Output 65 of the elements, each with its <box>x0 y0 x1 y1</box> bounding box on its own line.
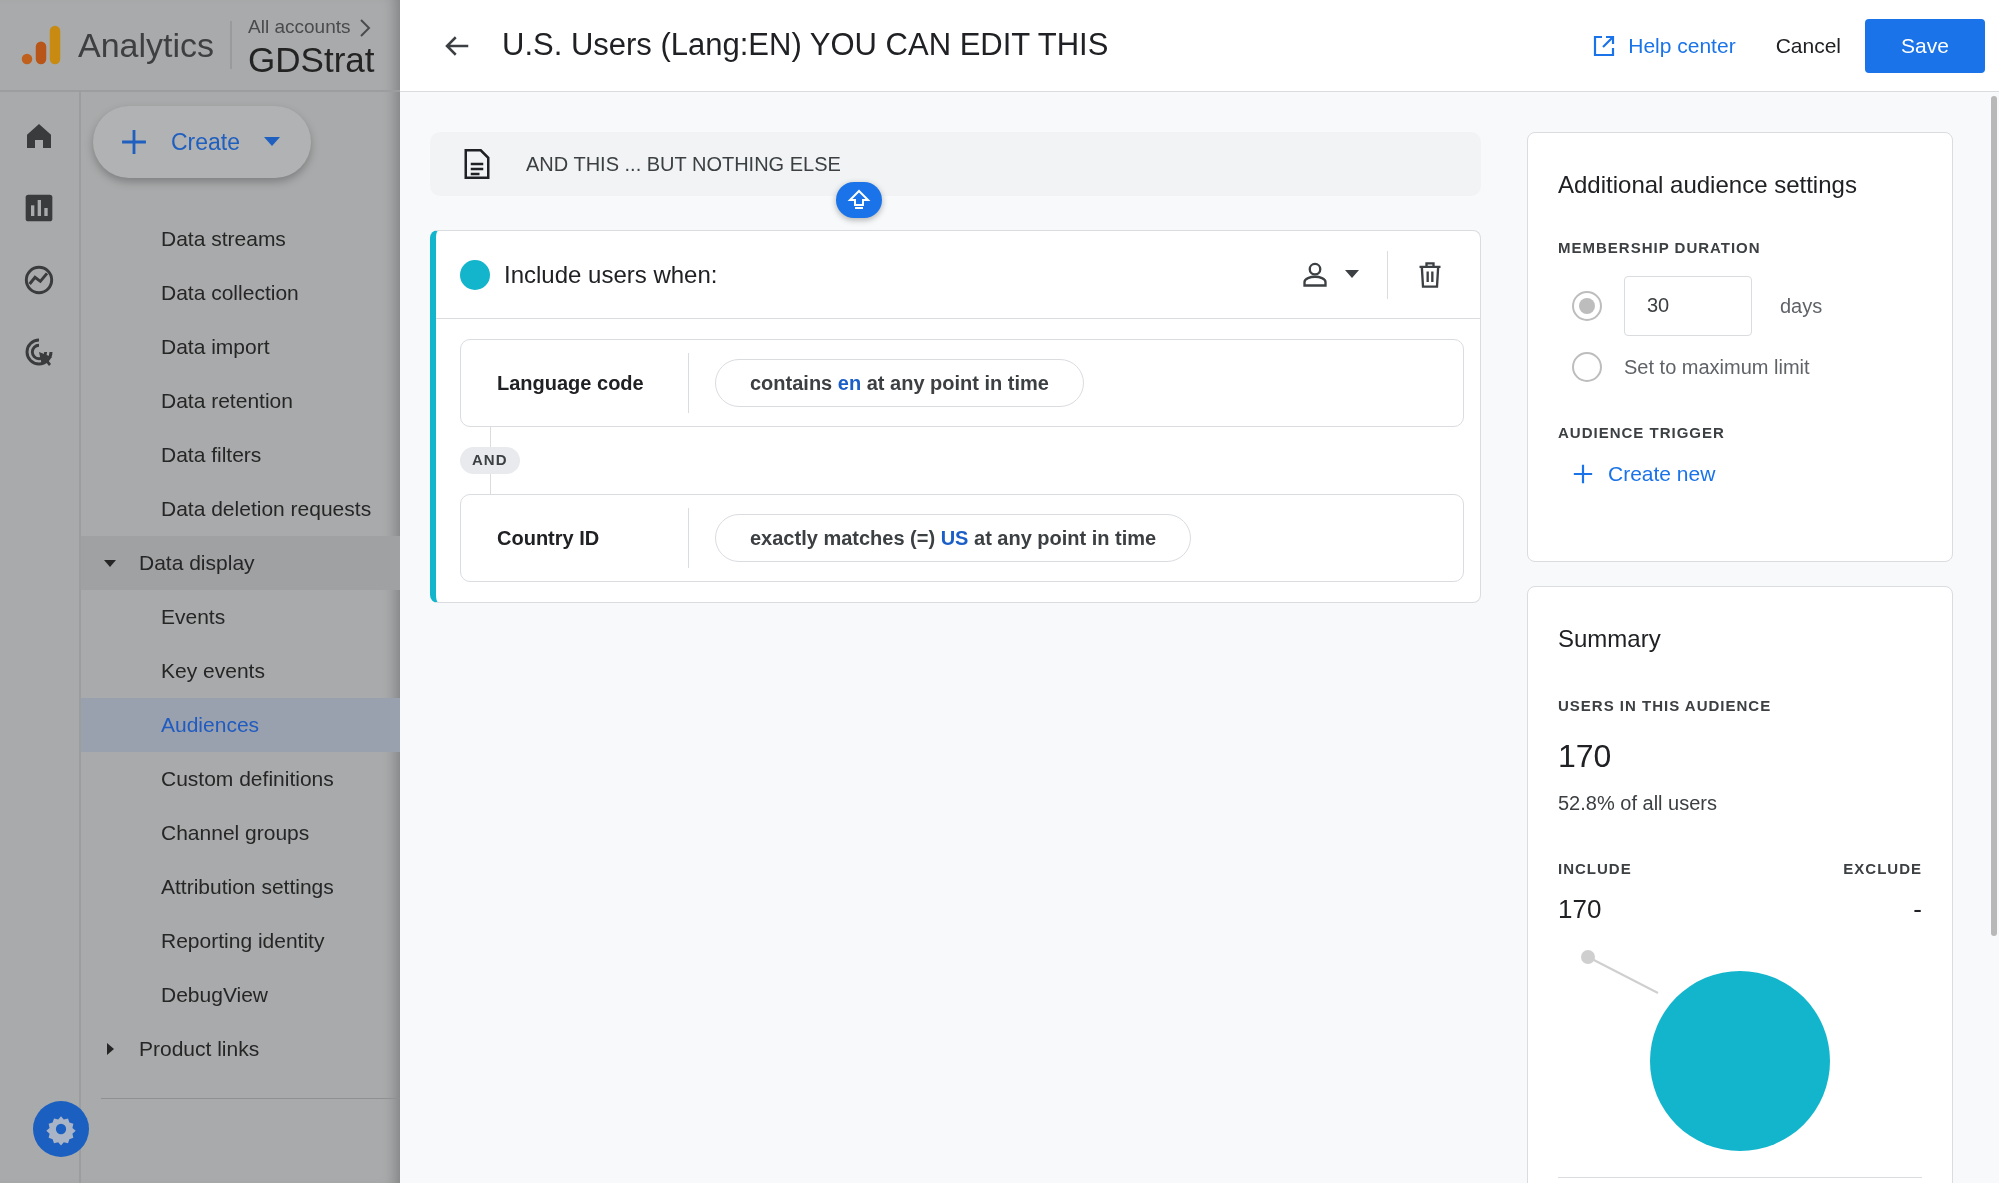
nav-item[interactable]: Data collection <box>81 266 400 320</box>
condition-filter[interactable]: exactly matches (=) US at any point in time <box>715 513 1192 562</box>
caret-down-icon <box>1345 270 1359 279</box>
nav-item[interactable]: Reporting identity <box>81 914 400 968</box>
radio-button[interactable] <box>1572 290 1602 321</box>
plus-icon <box>121 129 147 155</box>
help-center-link[interactable]: Help center <box>1586 28 1742 63</box>
nav-item[interactable]: Data import <box>81 320 400 374</box>
nav-group[interactable]: Product links <box>81 1022 400 1076</box>
section-label: AUDIENCE TRIGGER <box>1558 422 1726 443</box>
nav-item[interactable]: Key events <box>81 644 400 698</box>
document-icon <box>462 147 492 181</box>
nav-item[interactable]: Data retention <box>81 374 400 428</box>
status-dot <box>460 259 490 290</box>
analytics-logo-icon <box>20 24 62 66</box>
nav-item[interactable]: Channel groups <box>81 806 400 860</box>
include-count: 170 <box>1558 893 1602 926</box>
exclude-count: - <box>1913 893 1922 926</box>
app-name: Analytics <box>78 24 215 66</box>
scope-dropdown[interactable] <box>1301 260 1359 289</box>
settings-icon[interactable] <box>33 1101 89 1157</box>
nav-item[interactable]: Data filters <box>81 428 400 482</box>
section-label: USERS IN THIS AUDIENCE <box>1558 696 1773 716</box>
nav-item[interactable]: Data streams <box>81 212 400 266</box>
option-label: Set to maximum limit <box>1624 354 1810 380</box>
section-label: EXCLUDE <box>1843 858 1922 879</box>
condition-field: Language code <box>461 353 689 413</box>
share-text: 52.8% of all users <box>1558 790 1718 816</box>
chevron-right-icon <box>358 18 371 37</box>
trend-chart-icon[interactable] <box>23 264 55 296</box>
save-button[interactable]: Save <box>1865 18 1985 73</box>
move-up-button[interactable] <box>835 182 882 218</box>
section-label: MEMBERSHIP DURATION <box>1558 238 1762 258</box>
page-title: U.S. Users (Lang:EN) YOU CAN EDIT THIS <box>502 26 1109 65</box>
user-count: 170 <box>1558 736 1613 776</box>
person-icon <box>1301 260 1329 289</box>
scrollbar[interactable] <box>1991 96 1997 936</box>
days-input[interactable]: 30 <box>1624 275 1752 336</box>
settings-title: Additional audience settings <box>1558 170 1858 200</box>
condition-filter[interactable]: contains en at any point in time <box>715 359 1084 407</box>
condition-group-title: Include users when: <box>504 259 718 290</box>
condition-field: Country ID <box>461 507 689 568</box>
external-link-icon <box>1592 33 1617 58</box>
radio-button[interactable] <box>1572 351 1602 382</box>
cancel-button[interactable]: Cancel <box>1769 28 1847 63</box>
nav-item[interactable]: Custom definitions <box>81 752 400 806</box>
cursor-target-icon[interactable] <box>23 336 55 368</box>
property-name[interactable]: GDStrat <box>248 41 375 77</box>
bar-chart-icon[interactable] <box>23 192 55 224</box>
nav-group[interactable]: Data display <box>81 536 400 590</box>
breadcrumb-link[interactable]: All accounts <box>248 13 351 42</box>
nav-item[interactable]: Events <box>81 590 400 644</box>
and-chip: AND <box>460 447 520 474</box>
arrow-up-icon <box>846 188 871 212</box>
unit-label: days <box>1780 293 1823 319</box>
description-text: AND THIS ... BUT NOTHING ELSE <box>526 152 841 177</box>
description-bar[interactable]: AND THIS ... BUT NOTHING ELSE <box>430 132 1481 196</box>
summary-title: Summary <box>1558 624 1662 654</box>
caret-down-icon <box>264 137 281 147</box>
section-label: INCLUDE <box>1558 858 1632 879</box>
create-new-link[interactable]: Create new <box>1572 458 1716 490</box>
plus-icon <box>1572 462 1594 485</box>
nav-item[interactable]: DebugView <box>81 968 400 1022</box>
nav-item[interactable]: Data deletion requests <box>81 482 400 536</box>
nav-item[interactable]: Attribution settings <box>81 860 400 914</box>
